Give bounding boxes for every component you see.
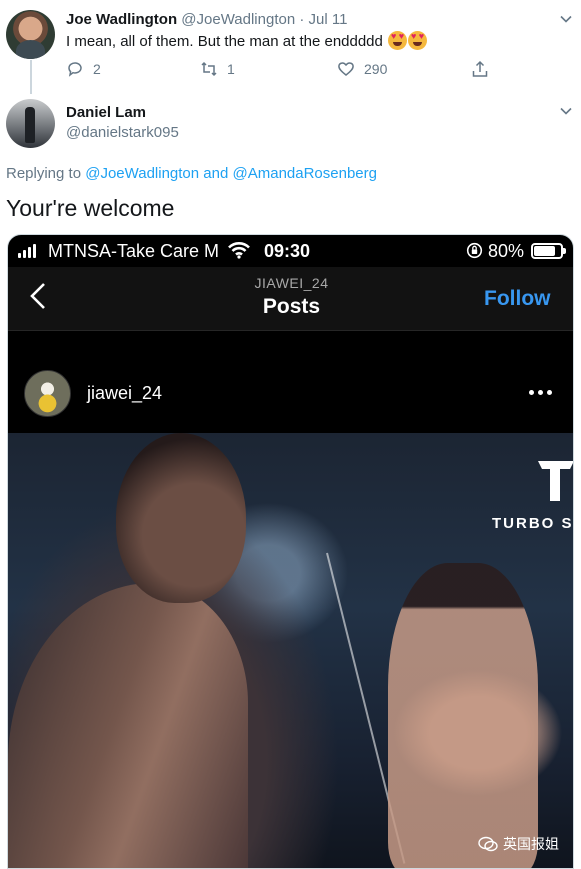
watermark: 英国报姐 xyxy=(478,834,559,854)
instagram-header: JIAWEI_24 Posts Follow xyxy=(8,267,573,331)
brand-text: TURBO S xyxy=(492,515,574,532)
battery-icon xyxy=(531,243,566,259)
tweet-header: Joe Wadlington @JoeWadlington · Jul 11 xyxy=(66,11,347,28)
tweet-joe[interactable]: Joe Wadlington @JoeWadlington · Jul 11 I… xyxy=(0,0,581,94)
carrier-name: MTNSA-Take Care M xyxy=(48,241,220,261)
share-icon xyxy=(472,60,488,77)
orientation-lock-icon xyxy=(466,242,483,259)
heart-icon xyxy=(338,62,354,76)
reply-icon xyxy=(68,62,82,77)
wifi-icon xyxy=(228,242,250,259)
avatar[interactable] xyxy=(24,370,71,417)
tweet-text: I mean, all of them. But the man at the … xyxy=(66,31,428,50)
signal-icon xyxy=(18,244,36,258)
tweet-actions: 2 1 290 xyxy=(0,60,581,82)
author-name[interactable]: Joe Wadlington xyxy=(66,11,177,28)
replying-prefix: Replying to xyxy=(6,165,82,182)
wechat-icon xyxy=(478,836,498,852)
author-meta[interactable]: @JoeWadlington · Jul 11 xyxy=(181,11,347,28)
photo-arm xyxy=(8,583,248,868)
post-username[interactable]: jiawei_24 xyxy=(87,383,162,404)
mention-link[interactable]: @AmandaRosenberg xyxy=(233,165,377,182)
share-button[interactable] xyxy=(471,60,489,78)
chevron-down-icon[interactable] xyxy=(559,104,573,118)
tweet-text: Your're welcome xyxy=(6,195,175,221)
status-time: 09:30 xyxy=(264,241,311,261)
post-photo[interactable]: TURBO S 英国报姐 xyxy=(8,433,574,868)
follow-button[interactable]: Follow xyxy=(484,287,551,311)
photo-head xyxy=(116,433,246,603)
attached-image[interactable]: MTNSA-Take Care M 09:30 80% JIAWEI_24 Po… xyxy=(7,234,574,869)
spacer xyxy=(8,332,573,366)
replying-to: Replying to @JoeWadlington and @AmandaRo… xyxy=(6,165,377,182)
mention-link[interactable]: @JoeWadlington xyxy=(85,165,199,182)
avatar[interactable] xyxy=(6,10,55,59)
retweet-button[interactable]: 1 xyxy=(200,60,235,78)
author-name[interactable]: Daniel Lam xyxy=(66,104,146,121)
tweet-text-content: I mean, all of them. But the man at the … xyxy=(66,33,383,50)
photo-reflection xyxy=(388,563,538,868)
post-header: jiawei_24 xyxy=(8,366,573,433)
like-count: 290 xyxy=(364,61,388,77)
like-button[interactable]: 290 xyxy=(337,60,387,78)
avatar[interactable] xyxy=(6,99,55,148)
retweet-count: 1 xyxy=(227,61,235,77)
brand-logo-icon xyxy=(538,461,573,501)
battery-percent: 80% xyxy=(488,241,525,261)
heart-eyes-emoji-icon xyxy=(408,31,428,50)
reply-button[interactable]: 2 xyxy=(66,60,101,78)
reply-count: 2 xyxy=(93,61,101,77)
watermark-text: 英国报姐 xyxy=(503,837,559,853)
replying-and: and xyxy=(203,165,229,182)
chevron-down-icon[interactable] xyxy=(559,12,573,26)
heart-eyes-emoji-icon xyxy=(388,31,408,50)
more-options-icon[interactable] xyxy=(529,390,552,395)
phone-status-bar: MTNSA-Take Care M 09:30 80% xyxy=(8,235,573,267)
author-handle[interactable]: @danielstark095 xyxy=(66,124,179,141)
retweet-icon xyxy=(201,61,217,77)
